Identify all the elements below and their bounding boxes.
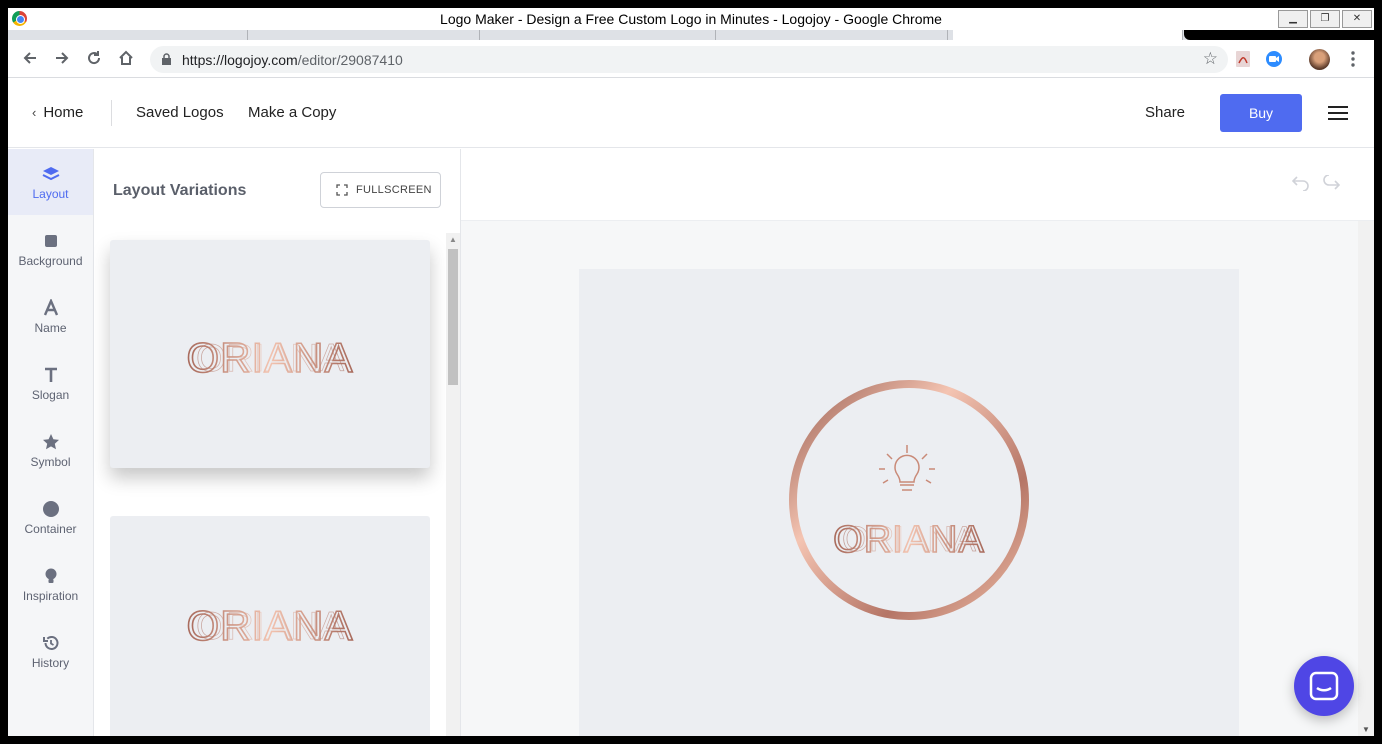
scrollbar-thumb[interactable] [448,249,458,385]
restore-button[interactable]: ❐ [1310,10,1340,28]
lightbulb-symbol-icon [879,445,935,491]
logo-preview: ORIANA ORIANA [186,601,354,650]
letter-a-icon [43,299,58,316]
omnibox[interactable]: https://logojoy.com/editor/29087410 ☆ [150,46,1228,73]
browser-tab[interactable] [716,30,948,40]
layout-variations-panel: Layout Variations FULLSCREEN ORIANA ORIA… [94,149,461,736]
tab-strip [8,30,1374,40]
reload-icon[interactable] [84,49,104,69]
close-button[interactable]: ✕ [1342,10,1372,28]
main-logo: ORIANA ORIANA [789,380,1029,620]
sidebar-item-container[interactable]: Container [8,484,93,550]
sidebar-item-inspiration[interactable]: Inspiration [8,551,93,617]
canvas-scrollbar[interactable]: ▼ [1358,221,1374,736]
browser-tab[interactable] [248,30,480,40]
zoom-icon[interactable] [1265,50,1283,68]
active-browser-tab[interactable] [953,30,1183,40]
saved-logos-link[interactable]: Saved Logos [136,104,224,121]
home-link[interactable]: ‹ Home [32,104,83,121]
hamburger-menu-icon[interactable] [1328,106,1348,121]
redo-icon[interactable] [1321,175,1341,191]
expand-icon [336,184,348,196]
fullscreen-button[interactable]: FULLSCREEN [320,172,441,208]
browser-window: Logo Maker - Design a Free Custom Logo i… [0,0,1382,744]
browser-tab[interactable] [480,30,716,40]
sidebar-item-background[interactable]: Background [8,216,93,282]
logo-container-ring [789,380,1029,620]
sidebar-item-layout[interactable]: Layout [8,149,93,215]
menu-dots-icon[interactable] [1344,50,1362,68]
pdf-icon[interactable] [1234,50,1252,68]
nav-divider [111,100,112,126]
lock-icon [162,53,171,65]
square-icon [44,235,57,247]
panel-scrollbar[interactable]: ▲ [446,233,460,736]
panel-title: Layout Variations [113,182,247,199]
undo-icon[interactable] [1291,175,1311,191]
title-bar: Logo Maker - Design a Free Custom Logo i… [8,8,1374,30]
bookmark-star-icon[interactable]: ☆ [1203,49,1218,69]
chat-launcher-button[interactable] [1294,656,1354,716]
canvas-area: ORIANA ORIANA ▼ [461,149,1374,736]
forward-icon[interactable] [52,49,72,69]
logo-preview: ORIANA ORIANA [186,333,354,382]
url-text: https://logojoy.com/editor/29087410 [182,52,403,68]
share-link[interactable]: Share [1145,104,1185,121]
layout-variation-card[interactable]: ORIANA ORIANA [110,516,430,736]
letter-t-icon [44,367,57,382]
logo-canvas[interactable]: ORIANA ORIANA [579,269,1239,736]
sidebar-item-slogan[interactable]: Slogan [8,350,93,416]
editor-sidebar: Layout Background Name Slogan Symbol Con… [8,149,94,736]
logojoy-editor: ‹ Home Saved Logos Make a Copy Share Buy … [8,78,1374,736]
profile-area [1184,30,1374,40]
circle-icon [42,501,59,517]
profile-avatar[interactable] [1309,49,1330,70]
scroll-down-arrow-icon[interactable]: ▼ [1362,725,1370,734]
back-icon[interactable] [20,49,40,69]
lightbulb-icon [45,568,56,583]
logo-wordmark-inline: ORIANA [842,520,977,559]
minimize-button[interactable]: ▁ [1278,10,1308,28]
sidebar-item-history[interactable]: History [8,618,93,684]
canvas-toolbar [461,149,1374,221]
window-title: Logo Maker - Design a Free Custom Logo i… [440,11,942,27]
buy-button[interactable]: Buy [1220,94,1302,132]
layers-icon [42,167,59,181]
browser-tab[interactable] [8,30,248,40]
scroll-up-arrow-icon[interactable]: ▲ [449,235,457,244]
address-bar: https://logojoy.com/editor/29087410 ☆ [8,40,1374,78]
layout-variation-card[interactable]: ORIANA ORIANA [110,240,430,468]
home-icon[interactable] [116,49,136,69]
make-copy-link[interactable]: Make a Copy [248,104,336,121]
chevron-left-icon: ‹ [32,105,37,120]
logo-wordmark-inline: ORIANA [196,337,344,380]
sidebar-item-name[interactable]: Name [8,283,93,349]
logo-wordmark-inline: ORIANA [196,605,344,648]
chat-icon [1309,671,1339,701]
star-icon [42,434,59,450]
top-navigation: ‹ Home Saved Logos Make a Copy Share Buy [8,78,1374,148]
history-icon [42,636,58,650]
sidebar-item-symbol[interactable]: Symbol [8,417,93,483]
